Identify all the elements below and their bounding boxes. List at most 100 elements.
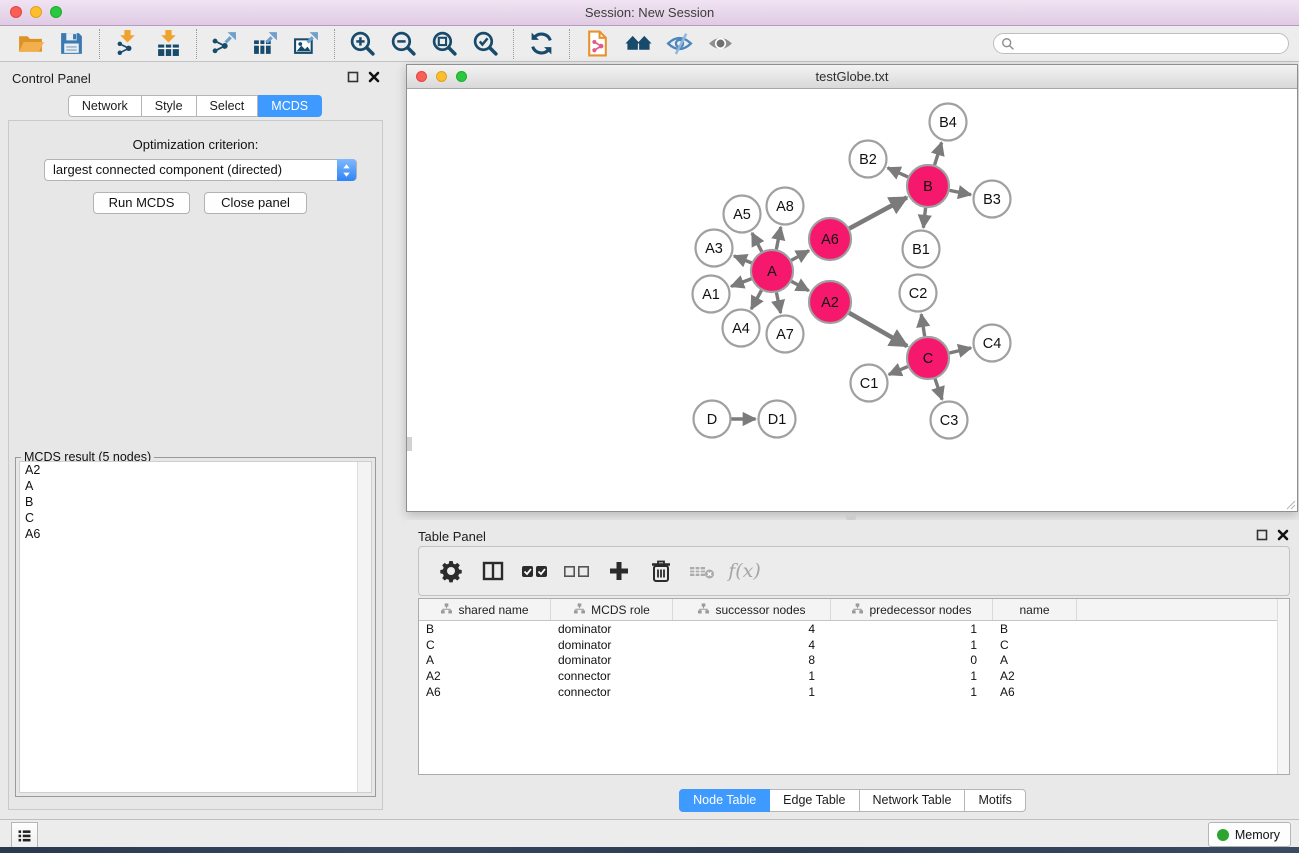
float-panel-icon[interactable] — [347, 71, 359, 83]
edge-A-A8[interactable] — [776, 227, 780, 249]
mcds-result-item[interactable]: A — [20, 478, 371, 494]
result-scrollbar[interactable] — [357, 462, 371, 792]
tab-node-table[interactable]: Node Table — [679, 789, 770, 812]
edge-A-A1[interactable] — [731, 279, 751, 287]
table-cell[interactable]: 0 — [831, 653, 993, 667]
node-A6[interactable]: A6 — [809, 218, 851, 260]
table-cell[interactable]: 8 — [673, 653, 831, 667]
save-session-button[interactable] — [51, 29, 92, 59]
table-cell[interactable]: A — [419, 653, 551, 667]
column-header-name[interactable]: name — [993, 599, 1077, 620]
mcds-result-item[interactable]: A6 — [20, 526, 371, 542]
edge-A-A4[interactable] — [751, 290, 761, 309]
memory-button[interactable]: Memory — [1208, 822, 1291, 847]
close-window-icon[interactable] — [10, 6, 22, 18]
column-header-shared-name[interactable]: shared name — [419, 599, 551, 620]
node-A8[interactable]: A8 — [767, 188, 804, 225]
zoom-selected-button[interactable] — [465, 29, 506, 59]
table-cell[interactable]: 1 — [831, 669, 993, 683]
table-cell[interactable]: 1 — [831, 685, 993, 699]
deselect-all-columns-button[interactable] — [560, 554, 593, 588]
network-canvas[interactable]: AA1A3A4A5A7A8A6A2BB1B2B3B4CC1C2C3C4DD1 — [407, 89, 1297, 511]
table-cell[interactable]: 1 — [831, 638, 993, 652]
search-box[interactable] — [993, 33, 1289, 54]
table-cell[interactable]: connector — [551, 685, 673, 699]
refresh-button[interactable] — [521, 29, 562, 59]
zoom-in-button[interactable] — [342, 29, 383, 59]
zoom-network-icon[interactable] — [456, 71, 467, 82]
node-C[interactable]: C — [907, 337, 949, 379]
node-A1[interactable]: A1 — [693, 276, 730, 313]
export-network-button[interactable] — [204, 29, 245, 59]
edge-B-B2[interactable] — [888, 168, 908, 177]
zoom-window-icon[interactable] — [50, 6, 62, 18]
export-table-button[interactable] — [245, 29, 286, 59]
table-cell[interactable]: A2 — [993, 669, 1077, 683]
tab-mcds[interactable]: MCDS — [258, 95, 322, 117]
close-table-panel-icon[interactable] — [1277, 529, 1289, 541]
edge-A2-C[interactable] — [849, 313, 907, 346]
table-cell[interactable]: dominator — [551, 638, 673, 652]
hide-selected-button[interactable] — [659, 29, 700, 59]
tab-style[interactable]: Style — [142, 95, 197, 117]
table-cell[interactable]: B — [993, 622, 1077, 636]
tab-motifs[interactable]: Motifs — [965, 789, 1025, 812]
table-row[interactable]: A6connector11A6 — [419, 684, 1289, 700]
mcds-result-item[interactable]: A2 — [20, 462, 371, 478]
edge-A6-B[interactable] — [849, 197, 907, 228]
show-all-button[interactable] — [700, 29, 741, 59]
edge-C-C3[interactable] — [935, 379, 942, 400]
column-header-MCDS-role[interactable]: MCDS role — [551, 599, 673, 620]
table-cell[interactable]: B — [419, 622, 551, 636]
run-mcds-button[interactable]: Run MCDS — [93, 192, 190, 214]
table-cell[interactable]: dominator — [551, 622, 673, 636]
zoom-fit-button[interactable] — [424, 29, 465, 59]
node-A[interactable]: A — [751, 250, 793, 292]
table-cell[interactable]: C — [993, 638, 1077, 652]
edge-A-A6[interactable] — [791, 251, 809, 261]
add-column-button[interactable] — [602, 554, 635, 588]
node-B[interactable]: B — [907, 165, 949, 207]
function-builder-button[interactable]: f(x) — [728, 554, 761, 588]
edge-C-C1[interactable] — [889, 367, 908, 375]
edge-B-B4[interactable] — [935, 143, 942, 165]
edge-A-A5[interactable] — [752, 233, 762, 252]
export-image-button[interactable] — [286, 29, 327, 59]
node-A4[interactable]: A4 — [723, 310, 760, 347]
close-panel-button[interactable]: Close panel — [204, 192, 307, 214]
table-cell[interactable]: C — [419, 638, 551, 652]
delete-column-button[interactable] — [644, 554, 677, 588]
tab-network[interactable]: Network — [68, 95, 142, 117]
resize-grip-icon[interactable] — [1284, 498, 1296, 510]
edge-C-C2[interactable] — [921, 314, 924, 336]
search-input[interactable] — [1019, 36, 1281, 52]
edge-A-A3[interactable] — [734, 256, 752, 263]
tab-edge-table[interactable]: Edge Table — [770, 789, 859, 812]
table-cell[interactable]: connector — [551, 669, 673, 683]
table-row[interactable]: Bdominator41B — [419, 621, 1289, 637]
node-D[interactable]: D — [694, 401, 731, 438]
column-header-successor-nodes[interactable]: successor nodes — [673, 599, 831, 620]
column-header-predecessor-nodes[interactable]: predecessor nodes — [831, 599, 993, 620]
session-details-button[interactable] — [577, 29, 618, 59]
table-row[interactable]: Adominator80A — [419, 653, 1289, 669]
tab-network-table[interactable]: Network Table — [860, 789, 966, 812]
mcds-result-list[interactable]: A2ABCA6 — [19, 461, 372, 793]
import-table-button[interactable] — [148, 29, 189, 59]
table-cell[interactable]: 4 — [673, 622, 831, 636]
gear-button[interactable] — [434, 554, 467, 588]
node-B3[interactable]: B3 — [974, 181, 1011, 218]
edge-A-A7[interactable] — [776, 293, 780, 313]
node-B1[interactable]: B1 — [903, 231, 940, 268]
edge-B-B3[interactable] — [950, 190, 971, 194]
import-network-button[interactable] — [107, 29, 148, 59]
node-B2[interactable]: B2 — [850, 141, 887, 178]
mcds-result-item[interactable]: C — [20, 510, 371, 526]
task-history-button[interactable] — [11, 822, 38, 848]
tab-select[interactable]: Select — [197, 95, 259, 117]
home-button[interactable] — [618, 29, 659, 59]
node-C1[interactable]: C1 — [851, 365, 888, 402]
edge-B-B1[interactable] — [923, 208, 925, 228]
table-cell[interactable]: A6 — [419, 685, 551, 699]
node-C4[interactable]: C4 — [974, 325, 1011, 362]
